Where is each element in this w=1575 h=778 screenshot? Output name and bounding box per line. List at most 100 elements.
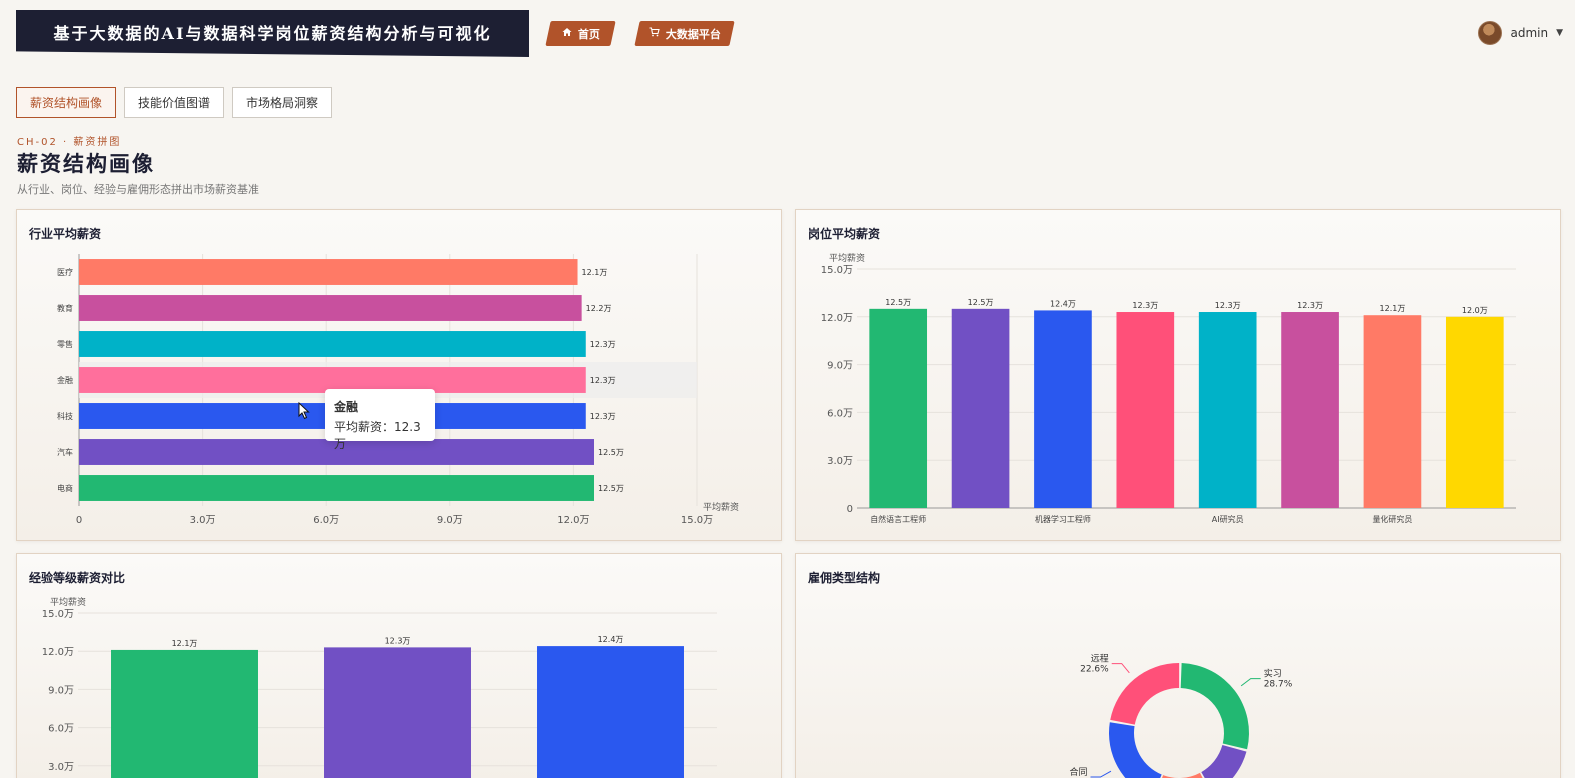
section-code: CH-02 · 薪资拼图 [17,137,122,148]
data-label: 12.3万 [590,412,616,421]
data-label: 12.5万 [598,484,624,493]
y-tick-label: 零售 [57,339,73,349]
x-tick-label: 0 [76,515,82,526]
y-tick-label: 6.0万 [48,724,74,735]
data-label: 12.3万 [1297,301,1323,310]
bar [1445,316,1504,508]
tab-bar: 薪资结构画像 技能价值图谱 市场格局洞察 [16,87,333,118]
app-title-banner: 基于大数据的AI与数据科学岗位薪资结构分析与可视化 [16,10,529,57]
label-line [1090,770,1112,778]
x-tick-label: 6.0万 [313,515,339,526]
data-label: 12.3万 [385,636,411,645]
donut-slice [1109,722,1162,778]
y-tick-label: 汽车 [57,447,73,457]
page-title: 薪资结构画像 [17,151,155,176]
tooltip-title: 金融 [334,400,359,414]
tooltip-label: 平均薪资： [334,420,395,434]
chart-tooltip: 金融 平均薪资：12.3万 [325,389,435,451]
y-tick-label: 15.0万 [42,609,74,620]
tab-skill-value[interactable]: 技能价值图谱 [124,87,225,118]
bar-零售 [79,331,586,357]
bar [1034,310,1092,508]
y-tick-label: 医疗 [57,267,73,277]
bar [869,308,928,508]
data-label: 12.4万 [1050,299,1076,308]
experience-salary-chart[interactable]: 03.0万6.0万9.0万12.0万15.0万平均薪资12.1万12.3万12.… [17,554,782,778]
data-label: 12.0万 [1462,306,1488,315]
bar [1198,312,1257,508]
home-icon [562,27,572,40]
slice-name: 合同 [1069,766,1087,778]
data-label: 12.3万 [1215,301,1241,310]
y-tick-label: 9.0万 [827,361,853,372]
y-tick-label: 15.0万 [821,265,853,276]
nav-home-button[interactable]: 首页 [545,21,616,46]
y-tick-label: 12.0万 [821,313,853,324]
bar-教育 [79,295,582,321]
avatar[interactable] [1478,21,1503,45]
slice-label: 28.7% [1264,680,1293,690]
x-axis-label: 平均薪资 [703,501,739,513]
x-tick-label: AI研究员 [1212,514,1244,524]
data-label: 12.5万 [598,448,624,457]
y-axis-label: 平均薪资 [50,596,86,608]
bar [537,646,684,778]
mouse-cursor-icon [298,402,310,420]
experience-salary-card: 经验等级薪资对比 03.0万6.0万9.0万12.0万15.0万平均薪资12.1… [16,553,782,778]
y-tick-label: 9.0万 [48,685,74,696]
y-tick-label: 3.0万 [827,456,853,467]
page-subtitle: 从行业、岗位、经验与雇佣形态拼出市场薪资基准 [17,183,259,196]
x-tick-label: 3.0万 [190,515,216,526]
bar-医疗 [79,259,578,285]
data-label: 12.1万 [172,639,198,648]
x-tick-label: 机器学习工程师 [1035,514,1091,524]
bar [111,649,258,778]
y-tick-label: 3.0万 [48,762,74,773]
data-label: 12.3万 [1132,301,1158,310]
y-tick-label: 0 [847,504,853,515]
data-label: 12.2万 [586,304,612,313]
bar-电商 [79,475,594,501]
data-label: 12.1万 [582,268,608,277]
data-label: 12.3万 [590,376,616,385]
label-line [1111,663,1130,674]
data-label: 12.3万 [590,340,616,349]
data-label: 12.4万 [598,635,624,644]
position-salary-chart[interactable]: 0 3.0万 6.0万 9.0万 12.0万 15.0万平均薪资 12.5万自然语言工程师 1… [796,210,1561,541]
slice-name: 远程 [1091,654,1109,665]
y-tick-label: 12.0万 [42,647,74,658]
slice-label: 22.6% [1080,665,1109,675]
tab-salary-structure[interactable]: 薪资结构画像 [16,87,117,118]
bar [324,647,471,778]
industry-salary-chart[interactable]: 0 3.0万 6.0万 9.0万 12.0万 15.0万 平均薪资 医疗 12.1万教育 12.2… [17,210,782,541]
bar [951,308,1010,508]
y-axis-label: 平均薪资 [829,252,865,264]
x-tick-label: 量化研究员 [1372,514,1412,524]
y-tick-label: 科技 [57,411,73,421]
data-label: 12.5万 [885,298,911,307]
position-salary-card: 岗位平均薪资 0 3.0万 6.0万 9.0万 12.0万 15.0万 平均薪资 12.5万自… [795,209,1561,541]
x-tick-label: 9.0万 [437,515,463,526]
industry-salary-card: 行业平均薪资 0 3.0万 6.0万 9.0万 12.0万 15.0万 平均薪资 医疗 12.1… [16,209,782,541]
slice-name: 实习 [1264,668,1282,680]
tab-market-insight[interactable]: 市场格局洞察 [232,87,333,118]
cart-icon [649,27,660,40]
donut-slice [1201,745,1247,778]
username: admin [1510,26,1549,40]
chevron-down-icon[interactable]: ▼ [1556,28,1563,38]
y-tick-label: 6.0万 [827,408,853,419]
employment-type-card: 雇佣类型结构 实习 28.7% 合同 远程 22.6% [795,553,1561,778]
y-tick-label: 教育 [57,303,73,313]
employment-type-chart[interactable]: 实习28.7% 合同 远程22.6% [796,554,1561,778]
donut-slice [1110,663,1180,725]
y-tick-label: 金融 [57,375,73,385]
user-menu[interactable]: admin ▼ [1478,21,1563,45]
app-title: 基于大数据的AI与数据科学岗位薪资结构分析与可视化 [53,23,492,43]
data-label: 12.1万 [1380,304,1406,313]
x-tick-label: 自然语言工程师 [870,514,926,524]
tooltip-row: 平均薪资：12.3万 [334,418,426,452]
bar [1363,315,1422,508]
y-tick-label: 电商 [57,483,73,493]
nav-platform-button[interactable]: 大数据平台 [634,21,735,46]
bar [1116,312,1175,508]
